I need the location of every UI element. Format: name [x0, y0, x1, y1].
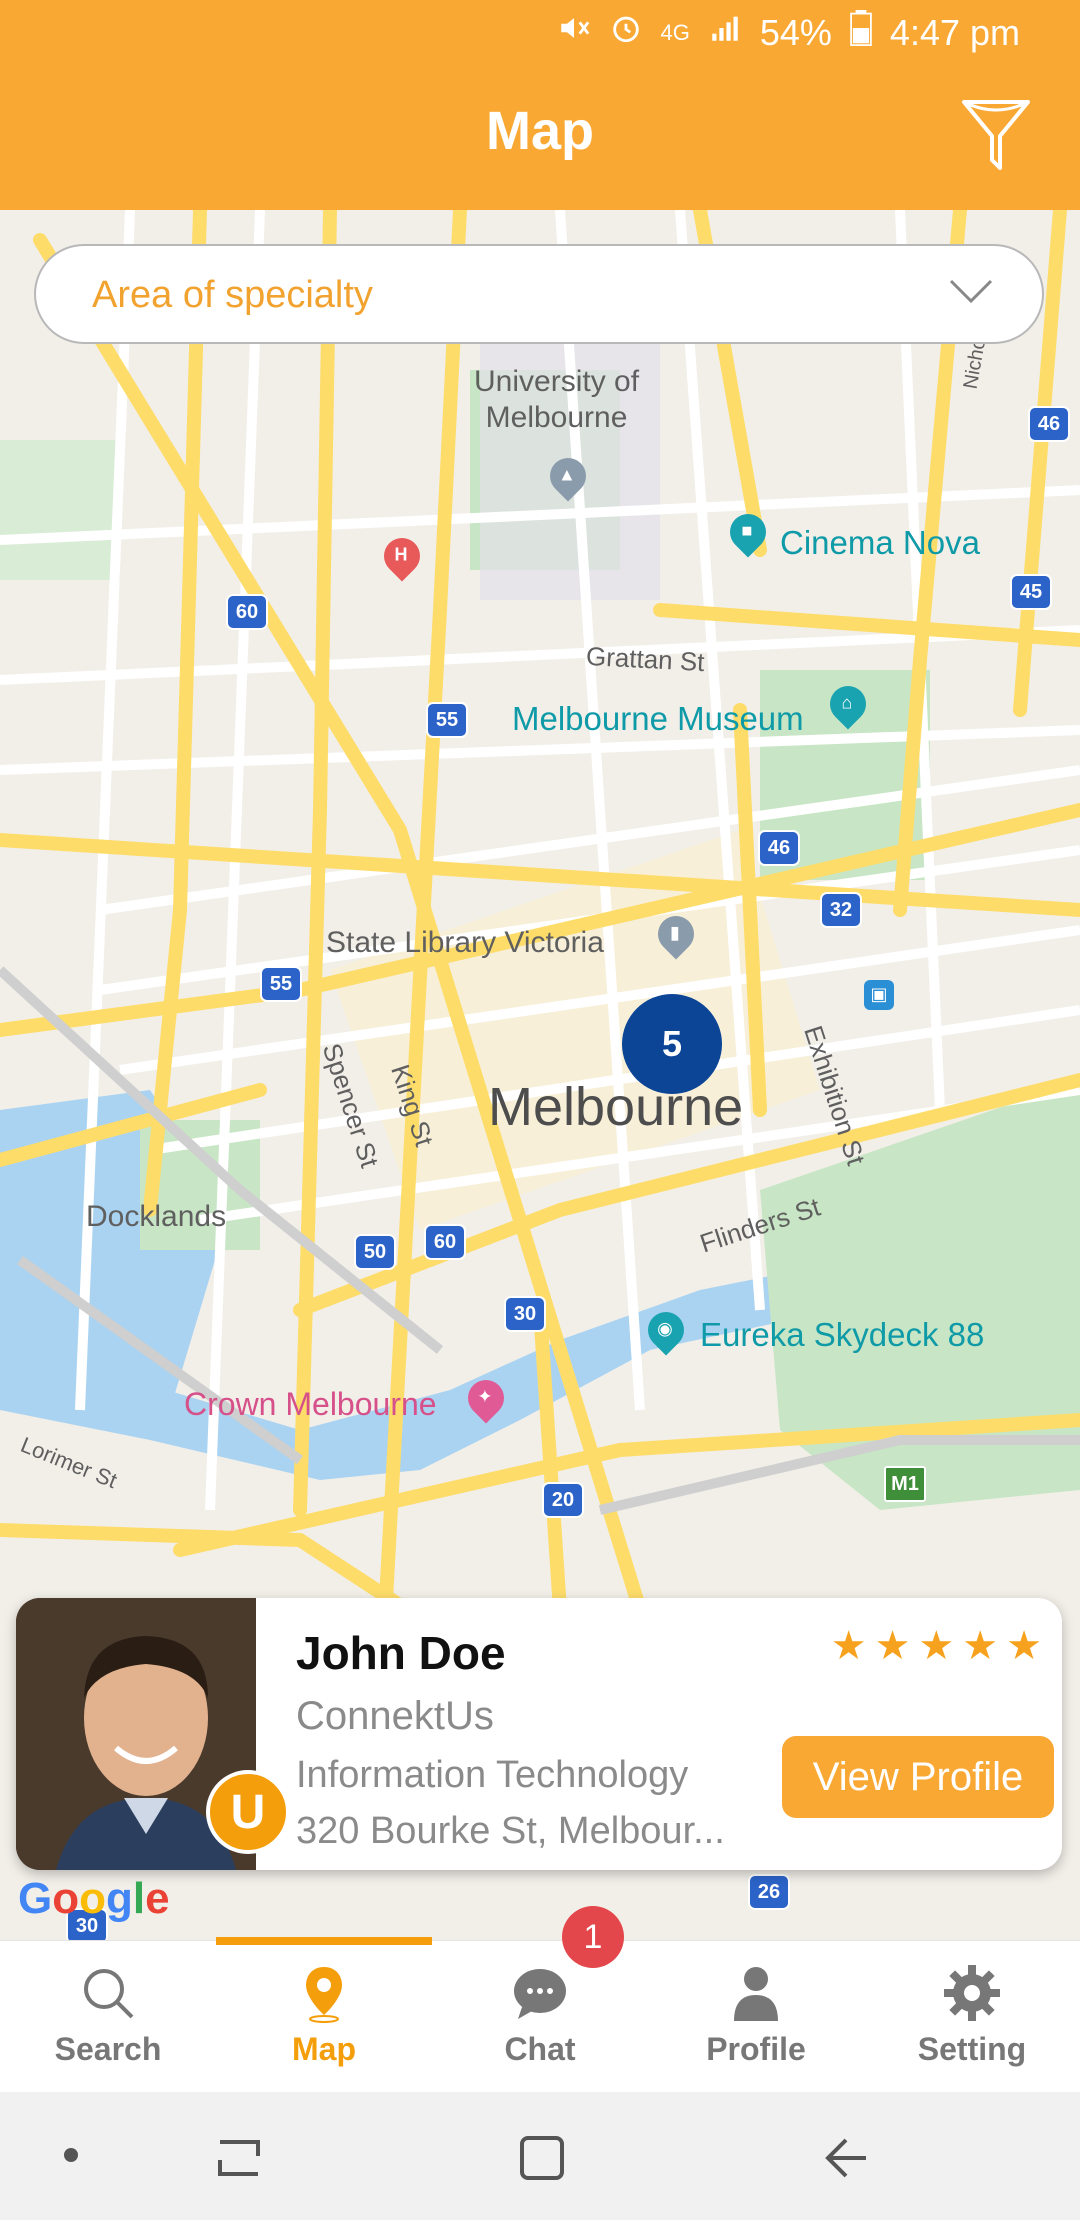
- rating-stars: ★ ★ ★ ★ ★: [831, 1626, 1042, 1666]
- nav-label: Search: [54, 2031, 162, 2067]
- person-icon: [726, 1963, 786, 2023]
- route-badge: 30: [504, 1296, 546, 1332]
- page-title: Map: [486, 101, 594, 161]
- label-crown-melbourne: Crown Melbourne: [184, 1386, 437, 1422]
- connektus-logo-icon: U: [206, 1770, 290, 1854]
- network-type: 4G: [660, 19, 690, 45]
- star-icon: ★: [962, 1624, 999, 1668]
- label-melbourne: Melbourne: [488, 1077, 744, 1137]
- alarm-icon: [609, 11, 643, 54]
- tram-stop-icon[interactable]: ▣: [864, 980, 894, 1010]
- clock: 4:47 pm: [889, 11, 1020, 53]
- label-state-library: State Library Victoria: [326, 926, 604, 959]
- google-logo: Google: [18, 1874, 170, 1923]
- profile-card[interactable]: John Doe ConnektUs Information Technolog…: [16, 1598, 1062, 1870]
- battery-percent: 54%: [759, 11, 832, 53]
- view-profile-button[interactable]: View Profile: [782, 1736, 1054, 1818]
- status-bar: 4G 54% 4:47 pm: [0, 0, 1080, 64]
- bottom-navigation: Search Map Chat Profile Setting: [0, 1937, 1080, 2093]
- label-eureka-skydeck: Eureka Skydeck 88: [700, 1316, 985, 1353]
- profile-name: John Doe: [296, 1627, 506, 1679]
- route-badge: 55: [426, 702, 468, 738]
- nav-label: Setting: [917, 2031, 1027, 2067]
- route-badge: 46: [1028, 406, 1070, 442]
- profile-industry: Information Technology: [296, 1754, 689, 1796]
- filter-button[interactable]: [960, 94, 1032, 174]
- mute-icon: [557, 11, 591, 54]
- label-docklands: Docklands: [86, 1200, 227, 1233]
- label-melbourne-museum: Melbourne Museum: [512, 700, 804, 737]
- marker-cluster[interactable]: 5: [622, 994, 722, 1094]
- route-badge: 46: [758, 830, 800, 866]
- gear-icon: [942, 1963, 1002, 2023]
- nav-label: Profile: [706, 2031, 806, 2067]
- label-university: University of Melbourne: [474, 365, 640, 434]
- label-grattan-st: Grattan St: [585, 640, 706, 678]
- specialty-dropdown[interactable]: Area of specialty: [34, 244, 1044, 344]
- profile-address: 320 Bourke St, Melbour...: [296, 1810, 725, 1852]
- signal-icon: [708, 11, 742, 54]
- route-badge: 20: [542, 1482, 584, 1518]
- route-badge: 55: [260, 966, 302, 1002]
- route-badge: 60: [226, 594, 268, 630]
- nav-label: Map: [292, 2031, 356, 2067]
- dot-icon[interactable]: [64, 2148, 78, 2162]
- chat-icon: [510, 1963, 570, 2023]
- star-icon: ★: [874, 1624, 911, 1668]
- home-icon[interactable]: [518, 2134, 566, 2187]
- star-icon: ★: [918, 1624, 955, 1668]
- route-badge: 26: [748, 1874, 790, 1910]
- label-cinema-nova: Cinema Nova: [780, 524, 980, 561]
- route-badge: 60: [424, 1224, 466, 1260]
- back-icon[interactable]: [820, 2134, 870, 2187]
- nav-search[interactable]: Search: [0, 1941, 216, 2093]
- nav-setting[interactable]: Setting: [864, 1941, 1080, 2093]
- battery-icon: [850, 10, 872, 55]
- route-badge: 45: [1010, 574, 1052, 610]
- nav-chat[interactable]: Chat: [432, 1941, 648, 2093]
- nav-profile[interactable]: Profile: [648, 1941, 864, 2093]
- star-icon: ★: [1006, 1624, 1042, 1668]
- route-badge: 32: [820, 892, 862, 928]
- dropdown-placeholder: Area of specialty: [92, 274, 373, 316]
- filter-icon: [962, 100, 1030, 170]
- nav-label: Chat: [504, 2031, 576, 2067]
- freeway-badge: M1: [884, 1466, 926, 1502]
- profile-company: ConnektUs: [296, 1694, 494, 1738]
- route-badge: 50: [354, 1234, 396, 1270]
- map-pin-icon: [294, 1963, 354, 2023]
- nav-map[interactable]: Map: [216, 1941, 432, 2093]
- app-header: Map: [0, 64, 1080, 210]
- system-navigation-bar: [0, 2092, 1080, 2220]
- recent-apps-icon[interactable]: [214, 2136, 264, 2185]
- search-icon: [78, 1963, 138, 2023]
- chat-unread-badge: 1: [562, 1906, 624, 1968]
- star-icon: ★: [830, 1624, 867, 1668]
- chevron-down-icon: [948, 276, 994, 311]
